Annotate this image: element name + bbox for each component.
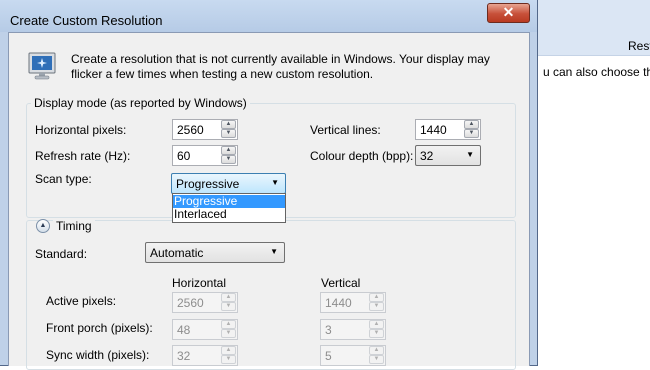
front-porch-label: Front porch (pixels): [46, 321, 153, 335]
refresh-rate-label: Refresh rate (Hz): [35, 149, 131, 163]
spin-down-icon: ▼ [221, 329, 236, 338]
refresh-rate-spinner[interactable]: 60 ▲ ▼ [172, 145, 238, 166]
chevron-down-icon: ▼ [466, 150, 474, 159]
spin-down-icon: ▼ [369, 302, 384, 311]
spin-up-icon[interactable]: ▲ [221, 120, 236, 129]
active-pixels-horizontal-spinner: 2560 ▲ ▼ [172, 292, 238, 313]
scan-type-dropdown-list: Progressive Interlaced [172, 193, 286, 223]
active-pixels-label: Active pixels: [46, 294, 117, 308]
scan-type-value: Progressive [176, 177, 240, 191]
window-title: Create Custom Resolution [10, 13, 163, 28]
spin-down-icon[interactable]: ▼ [464, 129, 479, 138]
horizontal-pixels-label: Horizontal pixels: [35, 123, 127, 137]
background-header-text: Rest [628, 39, 650, 53]
vertical-lines-spinner[interactable]: 1440 ▲ ▼ [415, 119, 481, 140]
timing-caption: Timing [53, 219, 95, 233]
spin-down-icon: ▼ [221, 302, 236, 311]
spin-down-icon[interactable]: ▼ [221, 155, 236, 164]
spin-up-icon: ▲ [369, 320, 384, 329]
intro-text: Create a resolution that is not currentl… [71, 52, 490, 81]
refresh-rate-value: 60 [177, 149, 191, 163]
title-bar[interactable]: Create Custom Resolution ✕ [0, 0, 537, 32]
spin-up-icon: ▲ [221, 346, 236, 355]
front-porch-horizontal-spinner: 48 ▲ ▼ [172, 319, 238, 340]
display-mode-caption: Display mode (as reported by Windows) [31, 96, 250, 110]
create-custom-resolution-dialog: Create Custom Resolution ✕ Create a reso… [0, 0, 538, 370]
spin-up-icon: ▲ [221, 320, 236, 329]
active-pixels-horizontal-value: 2560 [177, 296, 204, 310]
background-body-text: u can also choose the [543, 65, 650, 79]
sync-width-vertical-value: 5 [325, 349, 332, 363]
chevron-down-icon: ▼ [271, 178, 279, 187]
spin-up-icon[interactable]: ▲ [464, 120, 479, 129]
scan-type-select[interactable]: Progressive ▼ [171, 173, 286, 194]
monitor-icon [28, 52, 56, 80]
sync-width-horizontal-spinner: 32 ▲ ▼ [172, 345, 238, 366]
sync-width-label: Sync width (pixels): [46, 348, 150, 362]
scan-type-option-interlaced[interactable]: Interlaced [173, 208, 285, 221]
close-button[interactable]: ✕ [487, 3, 530, 23]
colour-depth-select[interactable]: 32 ▼ [415, 145, 481, 166]
front-porch-vertical-value: 3 [325, 323, 332, 337]
standard-value: Automatic [150, 246, 204, 260]
horizontal-pixels-spinner[interactable]: 2560 ▲ ▼ [172, 119, 238, 140]
active-pixels-vertical-value: 1440 [325, 296, 352, 310]
sync-width-horizontal-value: 32 [177, 349, 191, 363]
vertical-lines-label: Vertical lines: [310, 123, 381, 137]
spin-up-icon: ▲ [221, 293, 236, 302]
close-icon: ✕ [502, 4, 515, 20]
front-porch-vertical-spinner: 3 ▲ ▼ [320, 319, 386, 340]
vertical-lines-value: 1440 [420, 123, 447, 137]
collapse-up-icon[interactable]: ▲ [36, 219, 50, 233]
scan-type-label: Scan type: [35, 172, 92, 186]
sync-width-vertical-spinner: 5 ▲ ▼ [320, 345, 386, 366]
horizontal-column-header: Horizontal [172, 276, 227, 290]
spin-up-icon: ▲ [369, 293, 384, 302]
active-pixels-vertical-spinner: 1440 ▲ ▼ [320, 292, 386, 313]
colour-depth-value: 32 [420, 149, 434, 163]
front-porch-horizontal-value: 48 [177, 323, 191, 337]
standard-select[interactable]: Automatic ▼ [145, 242, 285, 263]
spin-up-icon: ▲ [369, 346, 384, 355]
standard-label: Standard: [35, 247, 88, 261]
spin-down-icon: ▼ [221, 355, 236, 364]
spin-down-icon[interactable]: ▼ [221, 129, 236, 138]
spin-down-icon: ▼ [369, 329, 384, 338]
chevron-down-icon: ▼ [270, 247, 278, 256]
spin-down-icon: ▼ [369, 355, 384, 364]
colour-depth-label: Colour depth (bpp): [310, 149, 414, 163]
horizontal-pixels-value: 2560 [177, 123, 204, 137]
spin-up-icon[interactable]: ▲ [221, 146, 236, 155]
vertical-column-header: Vertical [321, 276, 361, 290]
